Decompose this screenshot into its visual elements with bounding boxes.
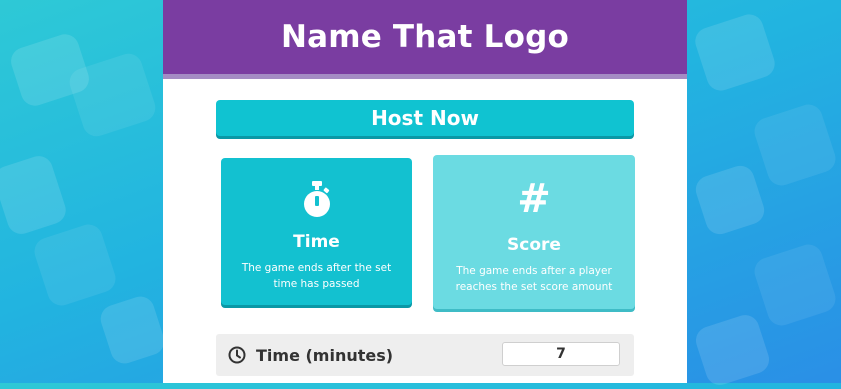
- mode-card-time[interactable]: Time The game ends after the set time ha…: [221, 158, 412, 305]
- mode-description-score: The game ends after a player reaches the…: [455, 265, 613, 293]
- mode-label-time: Time: [293, 232, 340, 252]
- setup-panel: Name That Logo Host Now Time The game en…: [163, 0, 687, 383]
- mode-card-score[interactable]: # Score The game ends after a player rea…: [433, 155, 635, 309]
- host-now-button[interactable]: Host Now: [216, 100, 634, 136]
- header-bar: Name That Logo: [163, 0, 687, 79]
- stopwatch-icon: [302, 178, 332, 222]
- time-minutes-input[interactable]: [502, 342, 620, 366]
- hash-icon: #: [517, 176, 551, 222]
- time-setting-row: Time (minutes): [216, 334, 634, 376]
- mode-label-score: Score: [507, 235, 561, 255]
- time-setting-label: Time (minutes): [256, 345, 394, 365]
- mode-description-time: The game ends after the set time has pas…: [241, 262, 392, 290]
- page-title: Name That Logo: [280, 19, 570, 55]
- clock-icon: [228, 345, 248, 365]
